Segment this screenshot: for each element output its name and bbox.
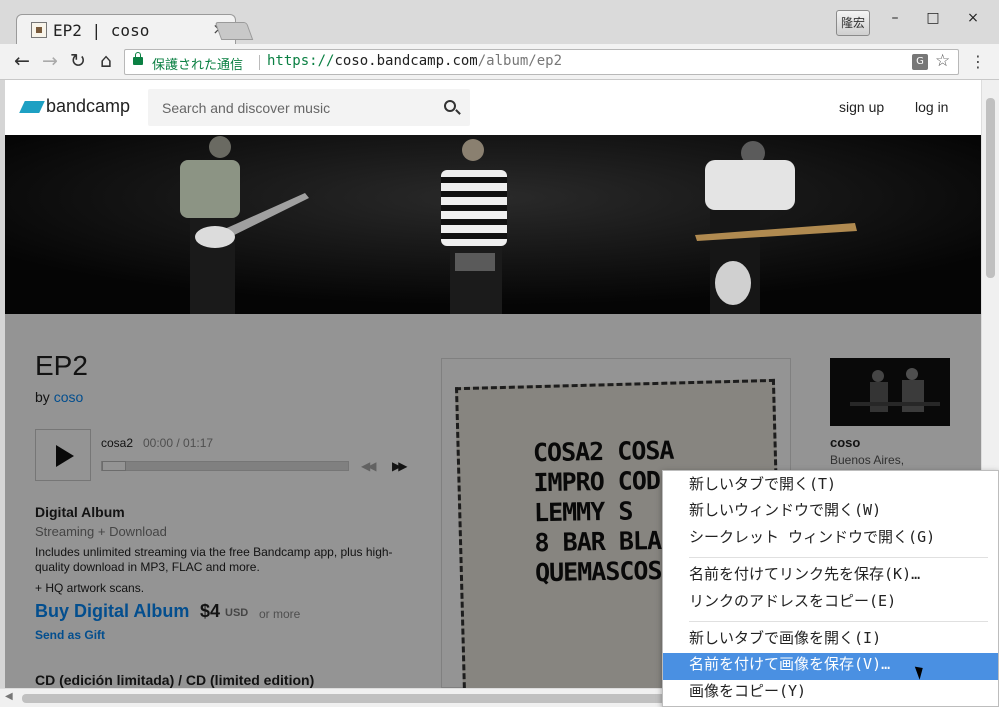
tab-favicon-icon <box>31 22 47 38</box>
ctx-open-new-tab[interactable]: 新しいタブで開く(T) <box>663 473 998 499</box>
address-separator <box>259 55 260 70</box>
lock-icon <box>133 52 143 65</box>
bookmark-star-icon[interactable]: ☆ <box>935 51 950 71</box>
ctx-save-link-as[interactable]: 名前を付けてリンク先を保存(K)… <box>663 563 998 589</box>
close-window-button[interactable]: × <box>958 10 988 36</box>
translate-icon[interactable]: G <box>912 54 928 70</box>
search-input[interactable] <box>148 89 438 126</box>
ctx-separator <box>689 557 988 559</box>
sign-up-link[interactable]: sign up <box>839 99 884 115</box>
ctx-copy-image[interactable]: 画像をコピー(Y) <box>663 680 998 706</box>
bandcamp-logo-text: bandcamp <box>46 96 131 116</box>
url-scheme: https:// <box>267 53 335 69</box>
ctx-save-image-as[interactable]: 名前を付けて画像を保存(V)… <box>663 653 998 680</box>
search-box <box>148 89 470 126</box>
new-tab-button[interactable] <box>214 22 254 40</box>
horizontal-scroll-thumb[interactable] <box>22 694 672 703</box>
log-in-link[interactable]: log in <box>915 99 948 115</box>
ctx-separator <box>689 620 988 622</box>
band-banner-image <box>5 135 981 314</box>
search-icon[interactable] <box>444 100 456 112</box>
url-host: coso.bandcamp.com <box>334 53 478 69</box>
reload-icon[interactable]: ↻ <box>66 50 90 74</box>
ime-indicator-button[interactable]: 隆宏 <box>836 10 870 36</box>
ctx-open-new-window[interactable]: 新しいウィンドウで開く(W) <box>663 499 998 525</box>
address-bar[interactable]: 保護された通信 https://coso.bandcamp.com/album/… <box>124 49 959 75</box>
security-indicator[interactable]: 保護された通信 <box>152 54 243 73</box>
browser-tab[interactable]: EP2 | coso × <box>16 14 236 45</box>
forward-arrow-icon[interactable]: → <box>38 50 62 74</box>
browser-titlebar: EP2 | coso × 隆宏 – □ × <box>0 0 999 45</box>
browser-toolbar: ← → ↻ ⌂ 保護された通信 https://coso.bandcamp.co… <box>0 44 999 80</box>
minimize-button[interactable]: – <box>880 10 910 36</box>
tab-title: EP2 | coso <box>53 21 150 40</box>
home-icon[interactable]: ⌂ <box>94 50 118 74</box>
scroll-left-arrow-icon[interactable]: ◀ <box>5 691 13 702</box>
maximize-button[interactable]: □ <box>918 10 948 36</box>
band-photo <box>5 135 981 314</box>
url-path: /album/ep2 <box>477 53 563 69</box>
vertical-scroll-thumb[interactable] <box>986 98 995 278</box>
ctx-open-image-new-tab[interactable]: 新しいタブで画像を開く(I) <box>663 627 998 653</box>
bandcamp-logo-icon <box>19 101 45 113</box>
url-text[interactable]: https://coso.bandcamp.com/album/ep2 <box>267 53 562 69</box>
back-arrow-icon[interactable]: ← <box>10 50 34 74</box>
context-menu: 新しいタブで開く(T) 新しいウィンドウで開く(W) シークレット ウィンドウで… <box>662 470 999 707</box>
bandcamp-header: bandcamp sign up log in <box>5 80 981 135</box>
ctx-open-incognito[interactable]: シークレット ウィンドウで開く(G) <box>663 526 998 552</box>
ctx-copy-link-address[interactable]: リンクのアドレスをコピー(E) <box>663 590 998 616</box>
browser-menu-icon[interactable]: ⋮ <box>970 52 986 71</box>
